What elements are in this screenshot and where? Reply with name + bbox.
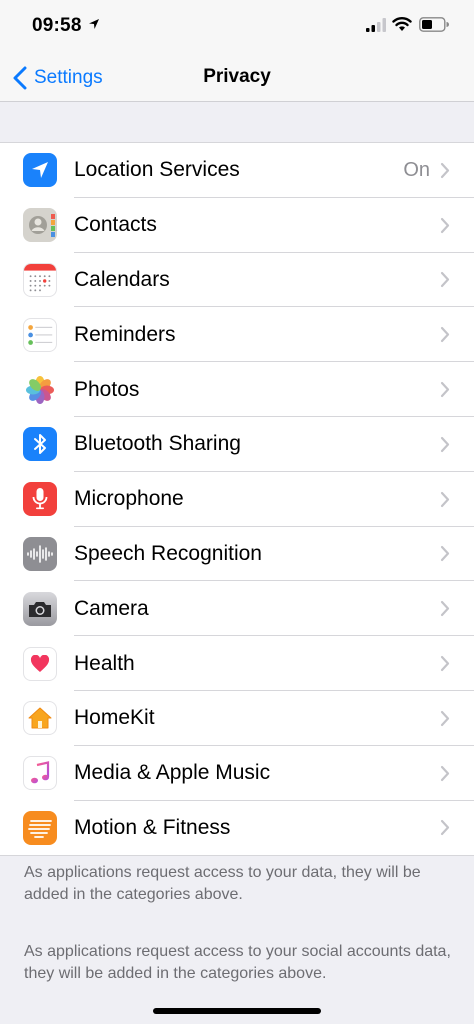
location-arrow-icon (23, 153, 57, 188)
row-reminders[interactable]: Reminders (0, 307, 474, 363)
music-note-icon (23, 756, 57, 791)
row-label: HomeKit (74, 706, 155, 730)
row-label: Microphone (74, 487, 184, 511)
wifi-icon (392, 17, 412, 31)
photos-icon (23, 372, 57, 407)
status-bar: 09:58 (0, 0, 474, 52)
microphone-icon (23, 482, 57, 517)
row-microphone[interactable]: Microphone (0, 472, 474, 527)
row-motion-fitness[interactable]: Motion & Fitness (0, 801, 474, 856)
motion-fitness-icon (23, 810, 57, 845)
chevron-right-icon (440, 162, 450, 178)
privacy-list: Location Services On Contacts Calendars … (0, 142, 474, 857)
contacts-icon (23, 208, 57, 243)
row-label: Motion & Fitness (74, 815, 231, 839)
home-indicator[interactable] (153, 1008, 321, 1014)
row-value: On (403, 158, 430, 181)
chevron-right-icon (440, 546, 450, 562)
row-camera[interactable]: Camera (0, 581, 474, 637)
chevron-right-icon (440, 820, 450, 836)
chevron-right-icon (440, 381, 450, 398)
location-arrow-status-icon (89, 19, 99, 29)
camera-icon (23, 591, 57, 626)
navigation-bar: Settings Privacy (0, 52, 474, 102)
row-contacts[interactable]: Contacts (0, 198, 474, 253)
row-speech-recognition[interactable]: Speech Recognition (0, 527, 474, 582)
heart-icon (23, 646, 57, 681)
row-label: Photos (74, 377, 140, 401)
speech-waveform-icon (23, 536, 57, 571)
row-label: Media & Apple Music (74, 761, 271, 785)
row-photos[interactable]: Photos (0, 362, 474, 417)
chevron-right-icon (440, 655, 450, 672)
chevron-right-icon (440, 765, 450, 781)
chevron-right-icon (440, 710, 450, 726)
chevron-right-icon (440, 327, 450, 343)
row-label: Health (74, 651, 135, 675)
row-label: Camera (74, 596, 149, 620)
row-media-apple-music[interactable]: Media & Apple Music (0, 746, 474, 801)
home-icon (23, 701, 57, 736)
row-label: Calendars (74, 267, 170, 291)
row-calendars[interactable]: Calendars (0, 253, 474, 308)
page-title: Privacy (203, 66, 271, 87)
battery-icon (419, 17, 449, 32)
footer-note-social: As applications request access to your s… (24, 943, 451, 982)
row-label: Bluetooth Sharing (74, 432, 241, 456)
chevron-right-icon (440, 436, 450, 452)
footer-note-data: As applications request access to your d… (24, 864, 421, 903)
row-bluetooth-sharing[interactable]: Bluetooth Sharing (0, 417, 474, 472)
row-label: Location Services (74, 158, 240, 182)
row-location-services[interactable]: Location Services On (0, 143, 474, 198)
chevron-right-icon (440, 217, 450, 233)
reminders-icon (23, 317, 57, 352)
row-label: Reminders (74, 322, 176, 346)
bluetooth-icon (23, 427, 57, 462)
calendar-icon (23, 262, 57, 297)
row-label: Contacts (74, 213, 157, 237)
row-label: Speech Recognition (74, 541, 262, 565)
row-health[interactable]: Health (0, 636, 474, 691)
chevron-right-icon (440, 491, 450, 507)
status-time: 09:58 (32, 15, 82, 36)
row-homekit[interactable]: HomeKit (0, 691, 474, 746)
chevron-right-icon (440, 601, 450, 617)
cellular-signal-icon (366, 18, 386, 32)
chevron-right-icon (440, 272, 450, 288)
